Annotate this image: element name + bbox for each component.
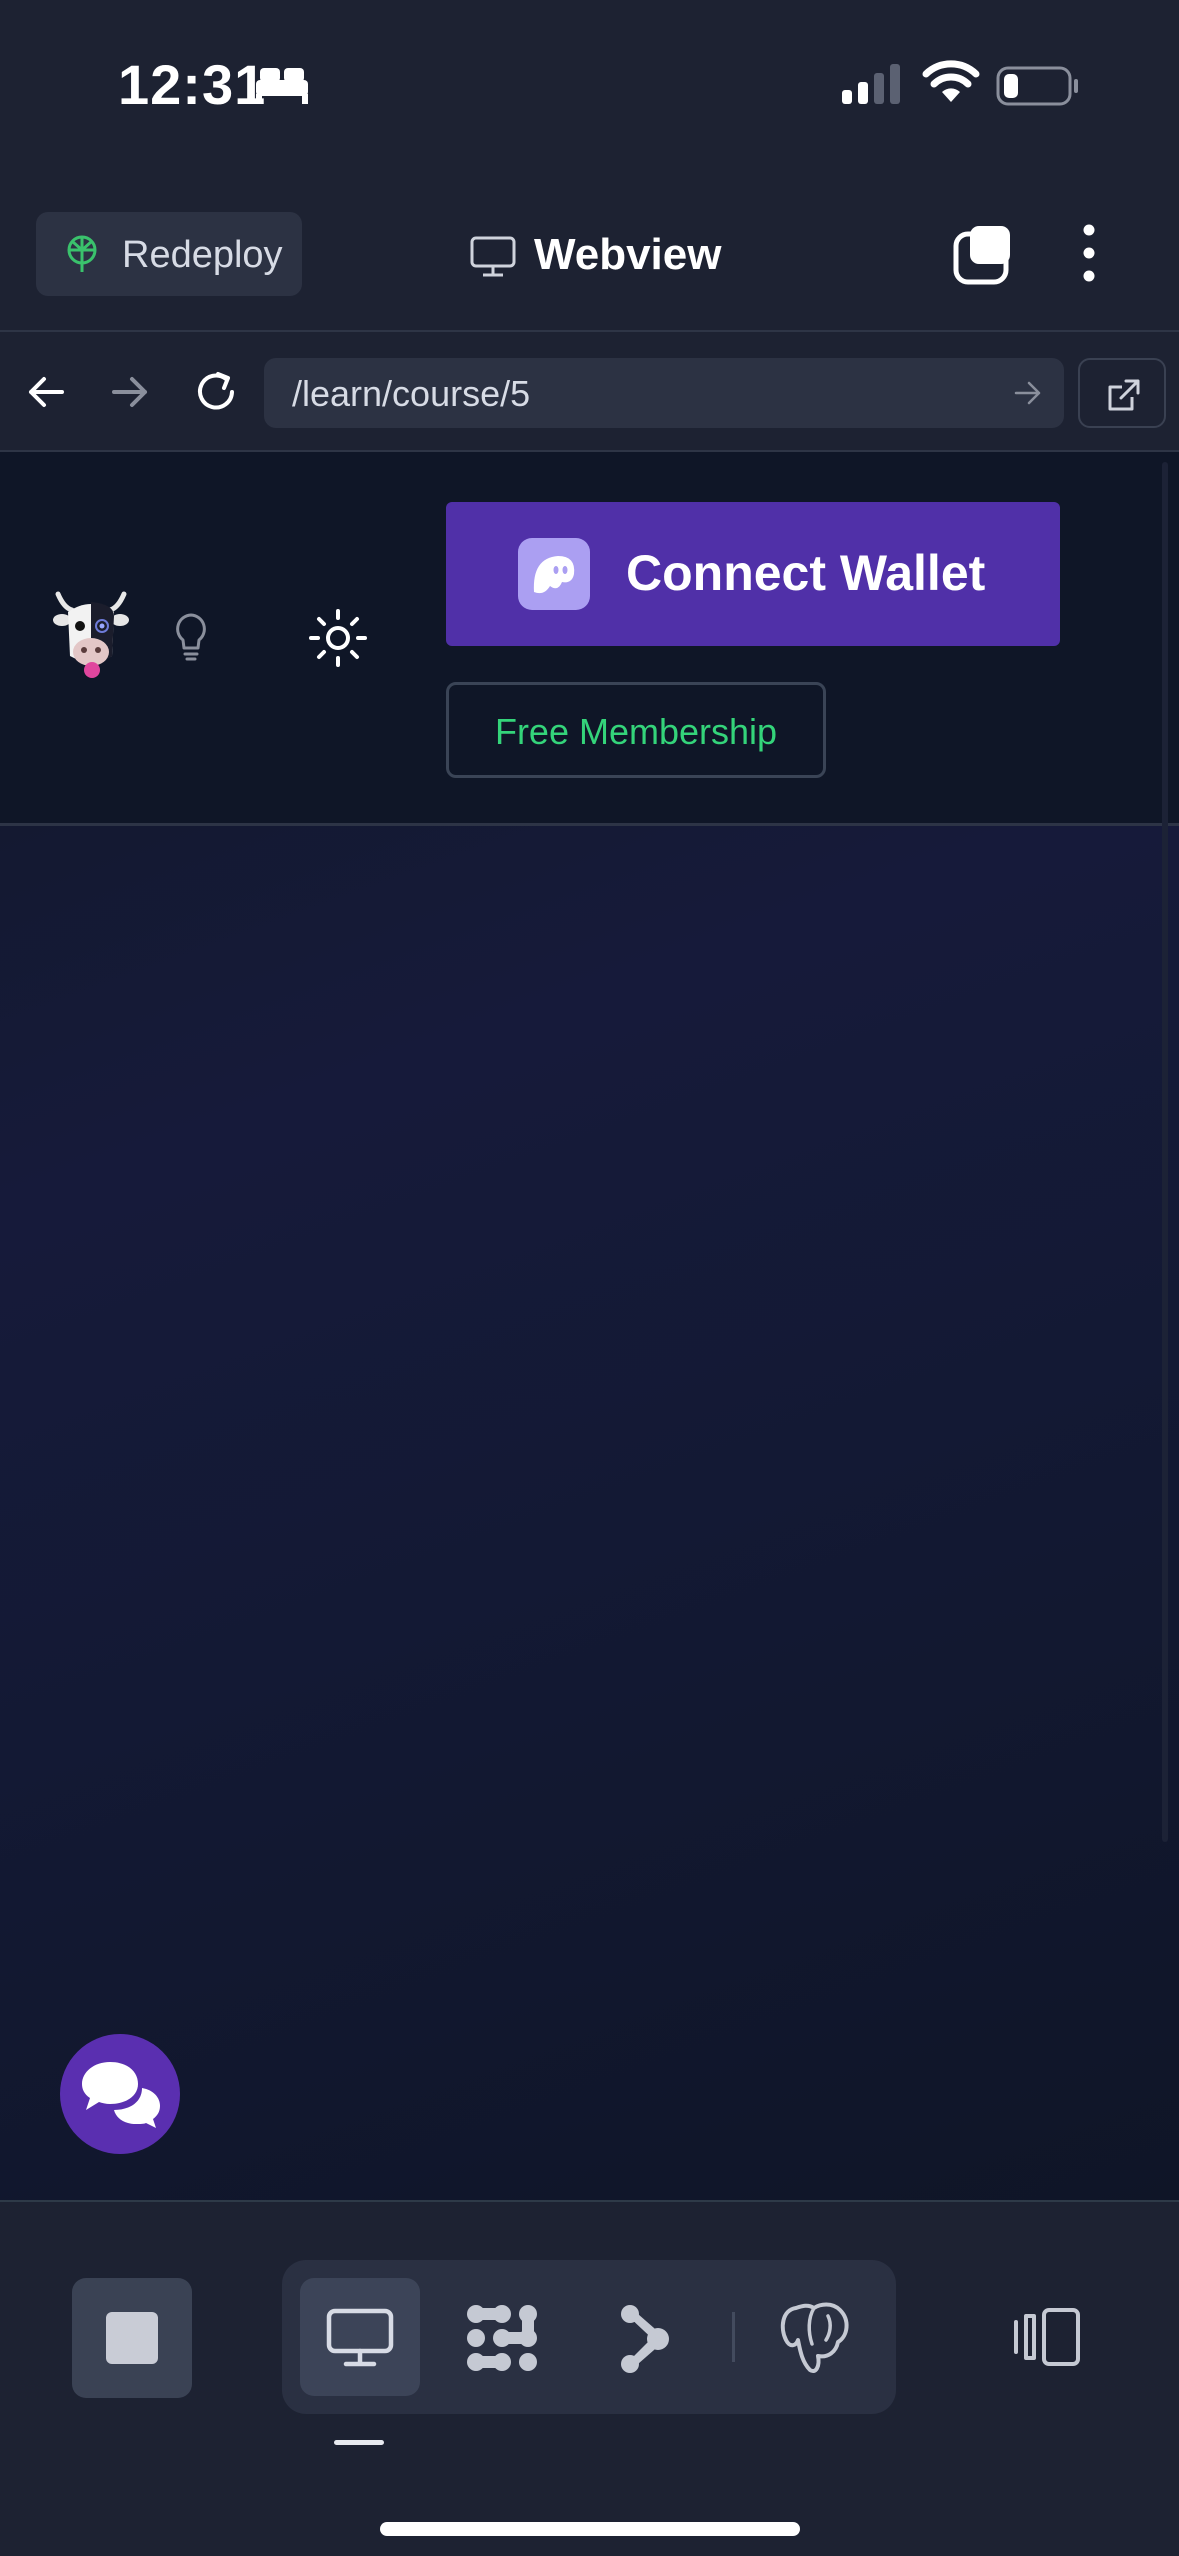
stop-icon [106,2312,158,2364]
bed-icon [256,68,308,104]
status-time: 12:31 [118,53,267,116]
active-tab-indicator [334,2440,384,2445]
url-text: /learn/course/5 [292,373,531,414]
more-vertical-icon[interactable] [1078,224,1100,282]
tool-git-button[interactable] [582,2278,702,2396]
external-link-icon [1108,379,1140,411]
free-membership-button[interactable]: Free Membership [446,682,826,778]
url-bar: /learn/course/5 [0,330,1179,452]
battery-low-icon [996,66,1078,106]
arrow-right-icon[interactable] [110,372,150,412]
redeploy-label: Redeploy [122,234,283,276]
tabs-icon[interactable] [952,224,1014,286]
tool-switcher [282,2260,896,2414]
arrow-left-icon[interactable] [26,372,66,412]
cow-logo-icon[interactable] [52,586,130,682]
deploy-icon [67,235,97,272]
app-bar: Redeploy Webview [0,190,1179,330]
home-indicator[interactable] [380,2522,800,2536]
postgres-icon [780,2302,849,2373]
status-bar: 12:31 [0,0,1179,190]
sun-icon[interactable] [308,608,368,668]
wifi-icon [922,60,980,102]
webview-content: Connect Wallet Free Membership [0,452,1179,2200]
tool-webview-button[interactable] [300,2278,420,2396]
panels-icon[interactable] [1010,2306,1082,2368]
phantom-ghost-icon [518,538,590,610]
git-icon [621,2305,669,2373]
chat-button[interactable] [60,2034,180,2154]
chat-bubbles-icon [82,2062,160,2128]
reload-icon[interactable] [192,368,240,416]
page-title-text: Webview [534,230,722,279]
cellular-signal-icon [842,64,900,104]
stop-button[interactable] [72,2278,192,2398]
workflows-icon [467,2305,537,2371]
site-header: Connect Wallet Free Membership [0,452,1179,826]
tool-workflows-button[interactable] [442,2278,562,2396]
connect-wallet-label: Connect Wallet [626,545,986,601]
lightbulb-icon[interactable] [174,612,208,662]
tool-postgres-button[interactable] [754,2278,874,2396]
free-membership-label: Free Membership [494,711,778,752]
divider [732,2312,735,2362]
monitor-icon [470,236,516,277]
redeploy-button[interactable]: Redeploy [36,212,302,296]
url-input[interactable]: /learn/course/5 [264,358,1064,428]
connect-wallet-button[interactable]: Connect Wallet [446,502,1060,646]
webview-icon [326,2308,394,2367]
scrollbar[interactable] [1162,462,1168,1842]
open-external-button[interactable] [1078,358,1166,428]
bottom-toolbar [0,2200,1179,2556]
go-arrow-icon[interactable] [1014,380,1042,406]
